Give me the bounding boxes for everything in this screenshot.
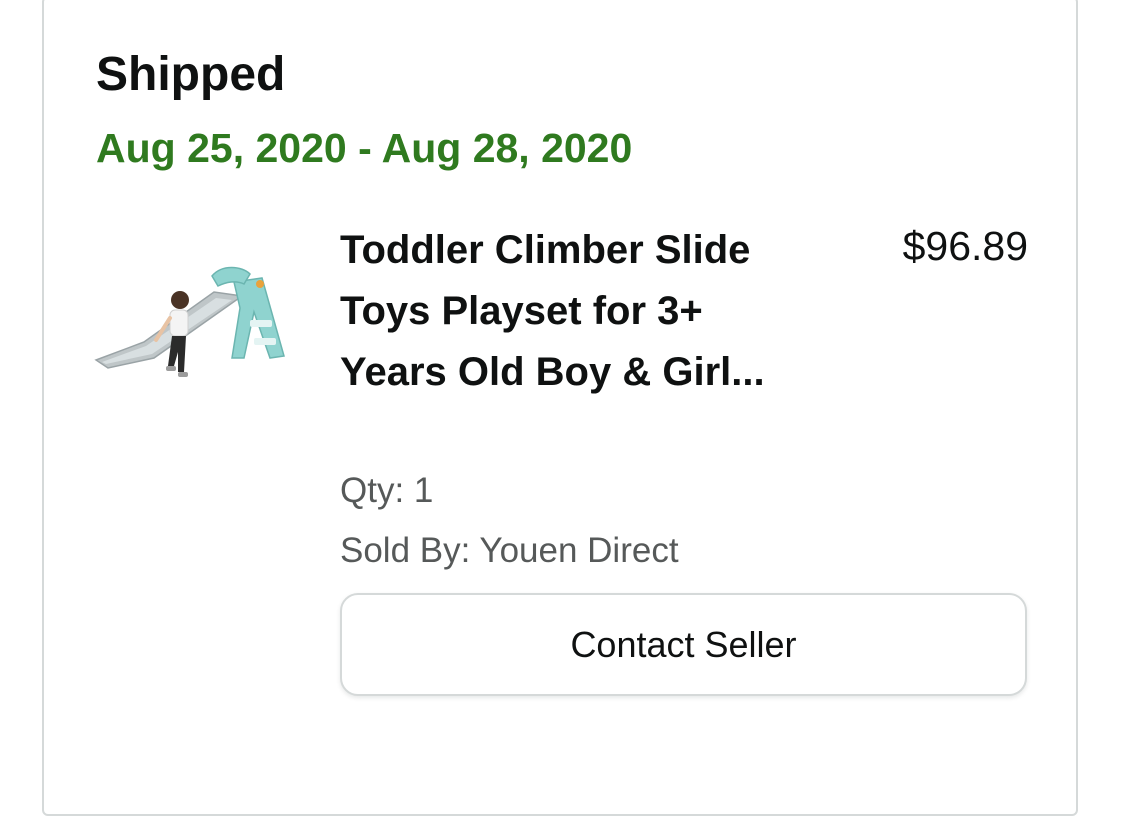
shipment-status-title: Shipped	[96, 48, 286, 101]
item-quantity: Qty: 1	[340, 471, 434, 510]
product-title[interactable]: Toddler Climber Slide Toys Playset for 3…	[340, 220, 800, 403]
sold-by-label: Sold By: Youen Direct	[340, 531, 679, 570]
delivery-date-range: Aug 25, 2020 - Aug 28, 2020	[96, 125, 633, 171]
contact-seller-button[interactable]: Contact Seller	[340, 593, 1027, 696]
item-price: $96.89	[902, 223, 1028, 269]
slide-playset-image	[94, 266, 285, 377]
product-image[interactable]	[94, 262, 294, 407]
